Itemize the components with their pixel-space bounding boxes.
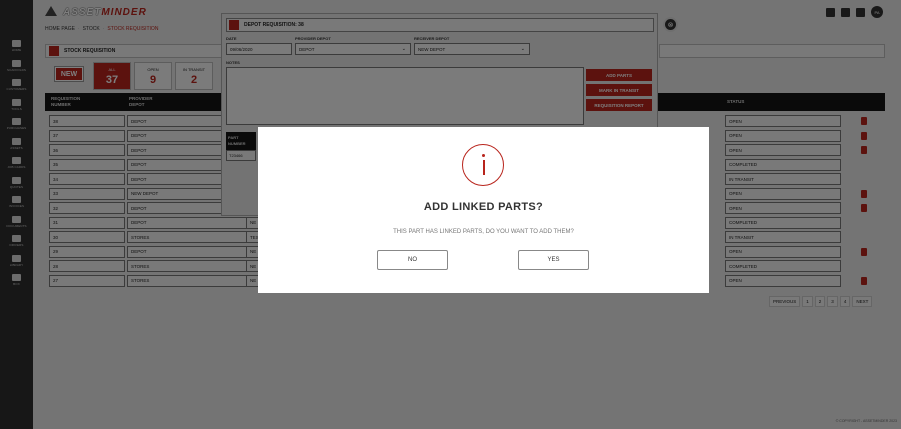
yes-button[interactable]: YES [518,250,589,270]
yes-button-label: YES [547,257,560,263]
no-button-label: NO [408,257,417,263]
dialog-title: ADD LINKED PARTS? [423,201,544,213]
info-icon [462,144,504,186]
no-button[interactable]: NO [377,250,448,270]
linked-parts-dialog: ADD LINKED PARTS? THIS PART HAS LINKED P… [258,127,709,293]
dialog-message: THIS PART HAS LINKED PARTS, DO YOU WANT … [393,229,574,235]
